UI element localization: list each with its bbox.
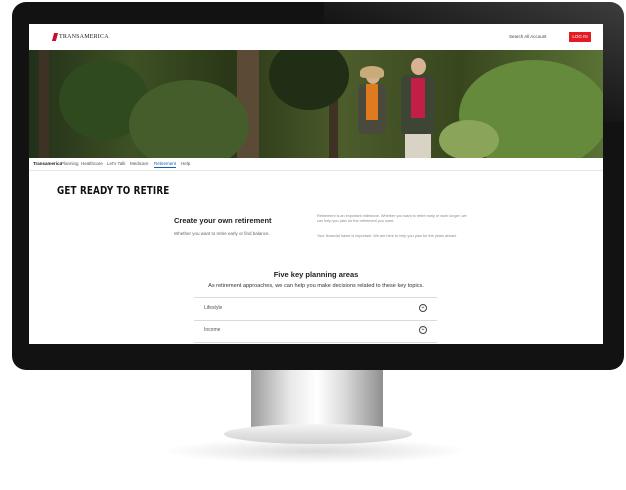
accordion-label: Lifestyle [204, 305, 223, 311]
login-button[interactable]: LOG IN [569, 32, 591, 42]
site-header: TRANSAMERICA Search All Account LOG IN [29, 24, 603, 51]
create-retirement-heading: Create your own retirement [174, 216, 272, 225]
transamerica-logo[interactable]: TRANSAMERICA [51, 33, 109, 41]
accordion-item-income[interactable]: Income + [194, 320, 437, 343]
nav-item-lets-talk[interactable]: Let's Talk [107, 161, 126, 166]
nav-item-planning[interactable]: Planning [61, 161, 79, 166]
accordion-item-lifestyle[interactable]: Lifestyle + [194, 297, 437, 321]
hero-image [29, 50, 603, 158]
hero-man [395, 58, 439, 158]
plus-circle-icon[interactable]: + [419, 326, 427, 334]
five-areas-subheading: As retirement approaches, we can help yo… [208, 283, 424, 289]
logo-text: TRANSAMERICA [59, 34, 109, 40]
monitor-stand-neck [251, 370, 383, 430]
hero-woman [354, 66, 390, 158]
primary-nav: Transamerica Planning Healthcare Let's T… [29, 158, 603, 171]
plus-circle-icon[interactable]: + [419, 304, 427, 312]
page-title: GET READY TO RETIRE [57, 184, 170, 197]
description-paragraph-1: Retirement is an important milestone. Wh… [317, 214, 467, 224]
browser-screen: TRANSAMERICA Search All Account LOG IN T… [29, 24, 603, 344]
nav-item-help[interactable]: Help [181, 161, 190, 166]
nav-item-retirement[interactable]: Retirement [154, 161, 177, 168]
nav-item-transamerica[interactable]: Transamerica [33, 161, 62, 166]
monitor-bezel: TRANSAMERICA Search All Account LOG IN T… [12, 2, 624, 370]
nav-item-medicare[interactable]: Medicare [130, 161, 149, 166]
pyramid-logo-icon [51, 33, 59, 41]
accordion-label: Income [204, 327, 221, 333]
monitor-stand-base [224, 424, 412, 444]
nav-item-healthcare[interactable]: Healthcare [81, 161, 103, 166]
search-account-link[interactable]: Search All Account [509, 34, 547, 39]
five-areas-heading: Five key planning areas [273, 270, 359, 279]
description-paragraph-2: Your financial future is important. We a… [317, 234, 457, 238]
create-retirement-subtext: Whether you want to retire early or find… [174, 231, 270, 236]
